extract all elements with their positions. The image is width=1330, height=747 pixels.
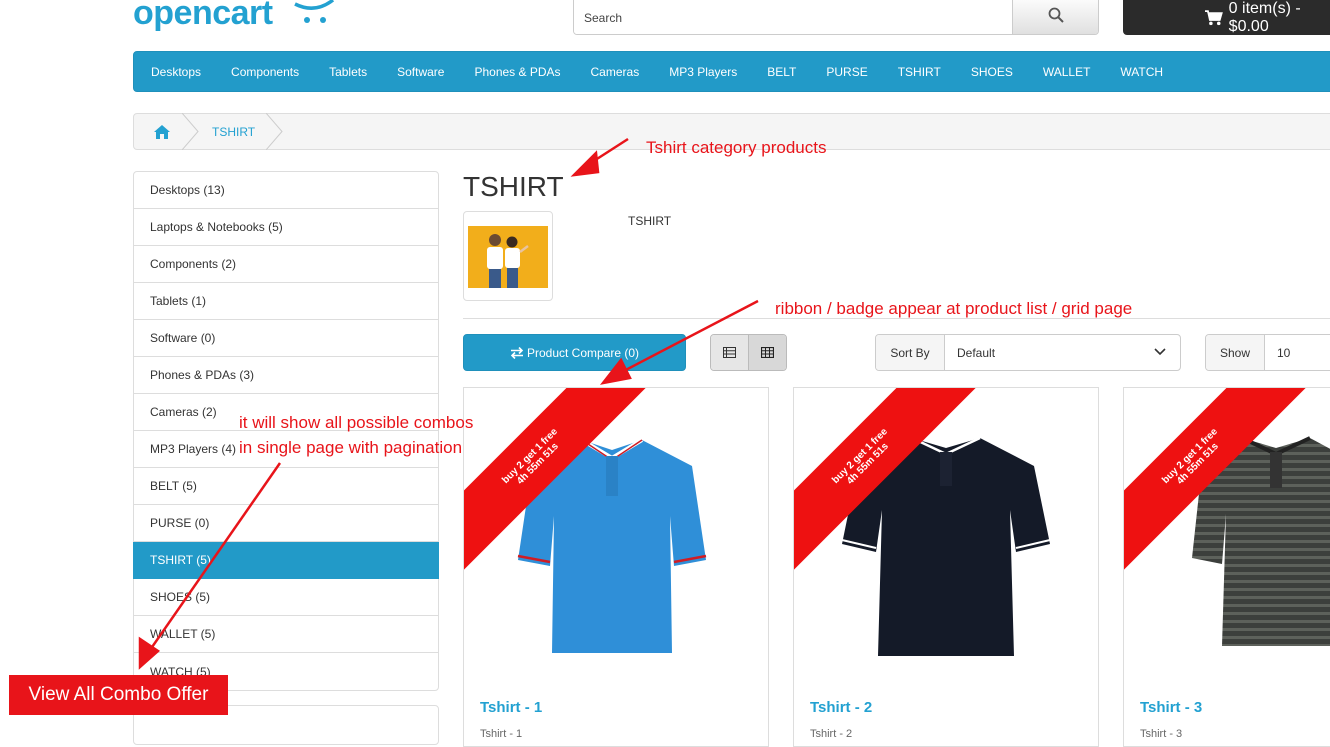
category-photo (468, 226, 548, 288)
cart-label: 0 item(s) - $0.00 (1228, 0, 1301, 35)
menu-item-belt[interactable]: BELT (767, 65, 796, 79)
show-limit-select[interactable]: 10 (1265, 335, 1330, 370)
cart-button[interactable]: 0 item(s) - $0.00 (1123, 0, 1330, 35)
annotation-combo-note-line1: it will show all possible combos (239, 413, 474, 432)
breadcrumb-home[interactable] (134, 113, 199, 150)
sort-by-select[interactable]: Default (945, 335, 1180, 370)
sidebar-item-purse[interactable]: PURSE (0) (134, 505, 438, 542)
sidebar-item-software[interactable]: Software (0) (134, 320, 438, 357)
sidebar-item-laptops[interactable]: Laptops & Notebooks (5) (134, 209, 438, 246)
menu-item-watch[interactable]: WATCH (1120, 65, 1163, 79)
show-limit-value: 10 (1277, 345, 1291, 360)
menu-item-phones[interactable]: Phones & PDAs (474, 65, 560, 79)
breadcrumb-tshirt[interactable]: TSHIRT (190, 125, 255, 139)
exchange-icon (510, 346, 524, 359)
shopping-cart-icon (1205, 9, 1223, 25)
view-toggle (710, 334, 787, 371)
sidebar-item-belt[interactable]: BELT (5) (134, 468, 438, 505)
product-name[interactable]: Tshirt - 2 (810, 699, 872, 716)
view-all-combo-offer-button[interactable]: View All Combo Offer (9, 675, 228, 715)
product-name[interactable]: Tshirt - 3 (1140, 699, 1202, 716)
menu-item-shoes[interactable]: SHOES (971, 65, 1013, 79)
grid-view-button[interactable] (748, 335, 786, 370)
logo-cart-icon (294, 0, 335, 23)
show-label: Show (1206, 335, 1265, 370)
menu-item-purse[interactable]: PURSE (826, 65, 867, 79)
sidebar-item-desktops[interactable]: Desktops (13) (134, 172, 438, 209)
breadcrumb-separator-icon (266, 113, 283, 150)
logo-text: opencart (133, 0, 273, 32)
arrow-head-title (570, 150, 600, 177)
menu-item-mp3-players[interactable]: MP3 Players (669, 65, 737, 79)
menu-item-components[interactable]: Components (231, 65, 299, 79)
product-name[interactable]: Tshirt - 1 (480, 699, 542, 716)
sidebar-item-shoes[interactable]: SHOES (5) (134, 579, 438, 616)
annotation-combo-note-line2: in single page with pagination (239, 438, 463, 457)
search-icon (1048, 7, 1064, 23)
show-limit-group: Show 10 (1205, 334, 1330, 371)
sidebar-item-components[interactable]: Components (2) (134, 246, 438, 283)
category-image (463, 211, 553, 301)
annotation-category-note: Tshirt category products (646, 138, 827, 157)
sidebar-item-tshirt[interactable]: TSHIRT (5) (133, 542, 439, 579)
product-description: Tshirt - 3 (1140, 728, 1183, 740)
menu-item-cameras[interactable]: Cameras (591, 65, 640, 79)
menu-item-software[interactable]: Software (397, 65, 444, 79)
home-icon (154, 124, 170, 139)
product-card[interactable]: buy 2 get 1 free 4h 55m 51s Tshirt - 3 T… (1123, 387, 1330, 747)
sidebar-item-phones[interactable]: Phones & PDAs (3) (134, 357, 438, 394)
product-description: Tshirt - 2 (810, 728, 853, 740)
menu-item-tablets[interactable]: Tablets (329, 65, 367, 79)
product-compare-button[interactable]: Product Compare (0) (463, 334, 686, 371)
list-icon (723, 347, 736, 358)
menu-item-tshirt[interactable]: TSHIRT (898, 65, 941, 79)
sidebar-item-wallet[interactable]: WALLET (5) (134, 616, 438, 653)
main-menu: Desktops Components Tablets Software Pho… (133, 51, 1330, 92)
annotation-ribbon-note: ribbon / badge appear at product list / … (775, 299, 1133, 318)
chevron-down-icon (1154, 348, 1166, 356)
sidebar-item-tablets[interactable]: Tablets (1) (134, 283, 438, 320)
product-card[interactable]: buy 2 get 1 free 4h 55m 51s Tshirt - 1 T… (463, 387, 769, 747)
sort-by-label: Sort By (876, 335, 945, 370)
list-view-button[interactable] (711, 335, 748, 370)
compare-label: Product Compare (0) (526, 345, 640, 360)
sort-by-value: Default (957, 345, 996, 360)
page-title: TSHIRT (463, 171, 564, 202)
sort-by-group: Sort By Default (875, 334, 1181, 371)
search-box (573, 0, 1099, 35)
search-button[interactable] (1012, 0, 1098, 34)
menu-item-wallet[interactable]: WALLET (1043, 65, 1091, 79)
category-description: TSHIRT (628, 214, 672, 228)
grid-icon (761, 347, 774, 358)
search-input[interactable] (574, 0, 1012, 34)
opencart-logo[interactable]: opencart (133, 0, 335, 33)
menu-item-desktops[interactable]: Desktops (151, 65, 201, 79)
product-description: Tshirt - 1 (480, 728, 523, 740)
product-card[interactable]: buy 2 get 1 free 4h 55m 51s Tshirt - 2 T… (793, 387, 1099, 747)
